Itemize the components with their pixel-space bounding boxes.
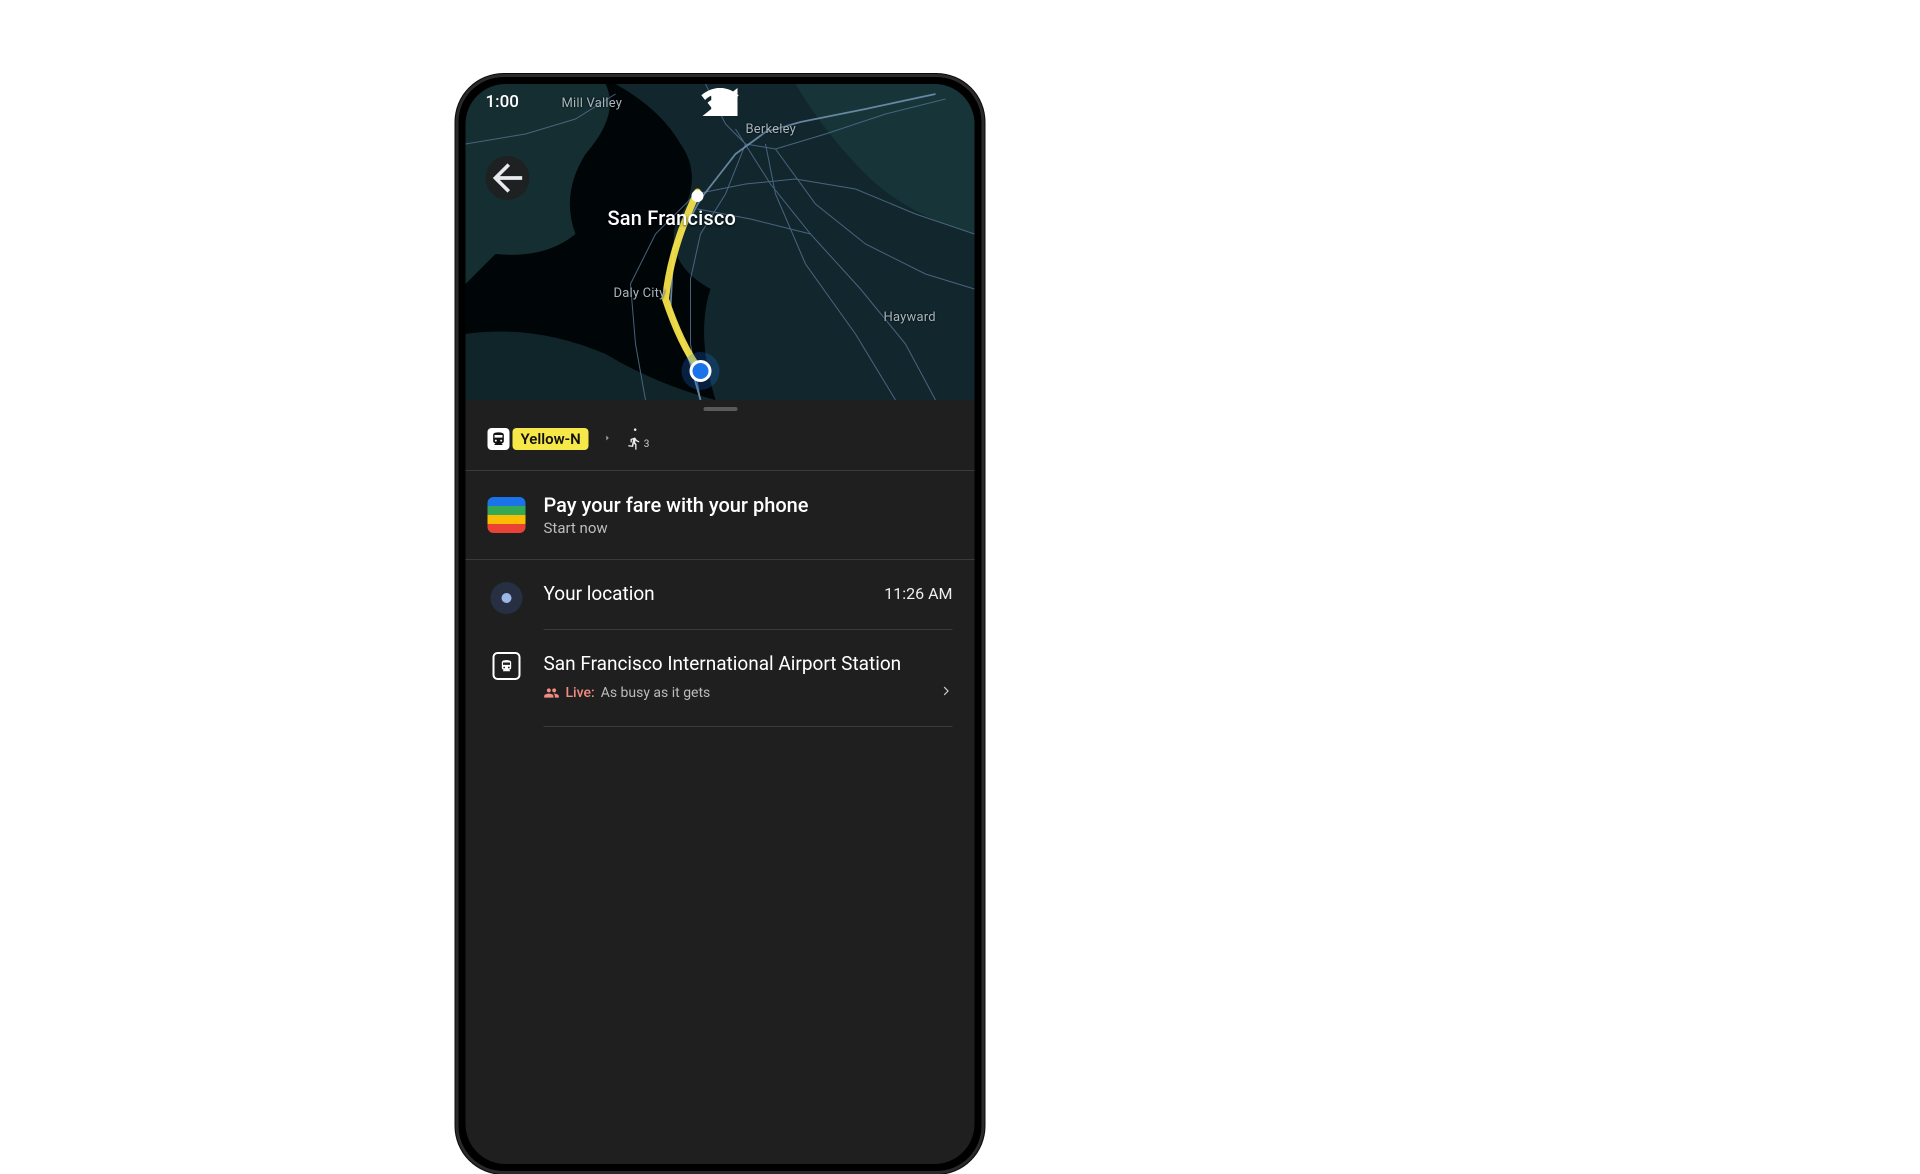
battery-icon [466, 88, 975, 116]
wallet-icon [488, 497, 526, 533]
crowd-icon [544, 687, 560, 699]
step-your-location: Your location 11:26 AM [466, 560, 975, 630]
map-view[interactable]: Mill Valley Berkeley Daly City Hayward S… [466, 84, 975, 400]
location-dot-icon [491, 582, 523, 614]
chevron-right-icon [939, 683, 953, 702]
walk-icon [627, 428, 643, 450]
live-label: Live: [566, 685, 595, 701]
station-icon [493, 652, 521, 680]
live-text: As busy as it gets [601, 685, 711, 701]
transit-chip: Yellow-N [488, 428, 589, 450]
arrow-left-icon [486, 156, 530, 200]
map-destination-label: San Francisco [608, 206, 737, 230]
back-button[interactable] [486, 156, 530, 200]
map-label-hayward: Hayward [884, 310, 936, 325]
directions-sheet[interactable]: Yellow-N 3 Pay your fare with [466, 400, 975, 1164]
current-location-dot-icon [690, 360, 712, 382]
walk-segment: 3 [627, 428, 650, 450]
subway-icon [488, 428, 510, 450]
screen: Mill Valley Berkeley Daly City Hayward S… [466, 84, 975, 1164]
step-location-time: 11:26 AM [884, 584, 952, 603]
transit-line-badge: Yellow-N [513, 428, 589, 450]
walk-minutes: 3 [644, 439, 650, 450]
station-title: San Francisco International Airport Stat… [544, 652, 953, 675]
fare-card-title: Pay your fare with your phone [544, 493, 809, 517]
fare-payment-card[interactable]: Pay your fare with your phone Start now [466, 471, 975, 560]
chevron-right-icon [599, 432, 617, 447]
step-station[interactable]: San Francisco International Airport Stat… [466, 630, 975, 727]
step-location-title: Your location [544, 582, 655, 605]
sheet-grabber[interactable] [703, 407, 737, 411]
map-label-berkeley: Berkeley [746, 122, 796, 137]
map-label-daly-city: Daly City [614, 286, 666, 301]
fare-card-subtitle: Start now [544, 519, 809, 537]
status-bar: 1:00 [466, 88, 975, 116]
phone-frame: Mill Valley Berkeley Daly City Hayward S… [456, 74, 985, 1174]
